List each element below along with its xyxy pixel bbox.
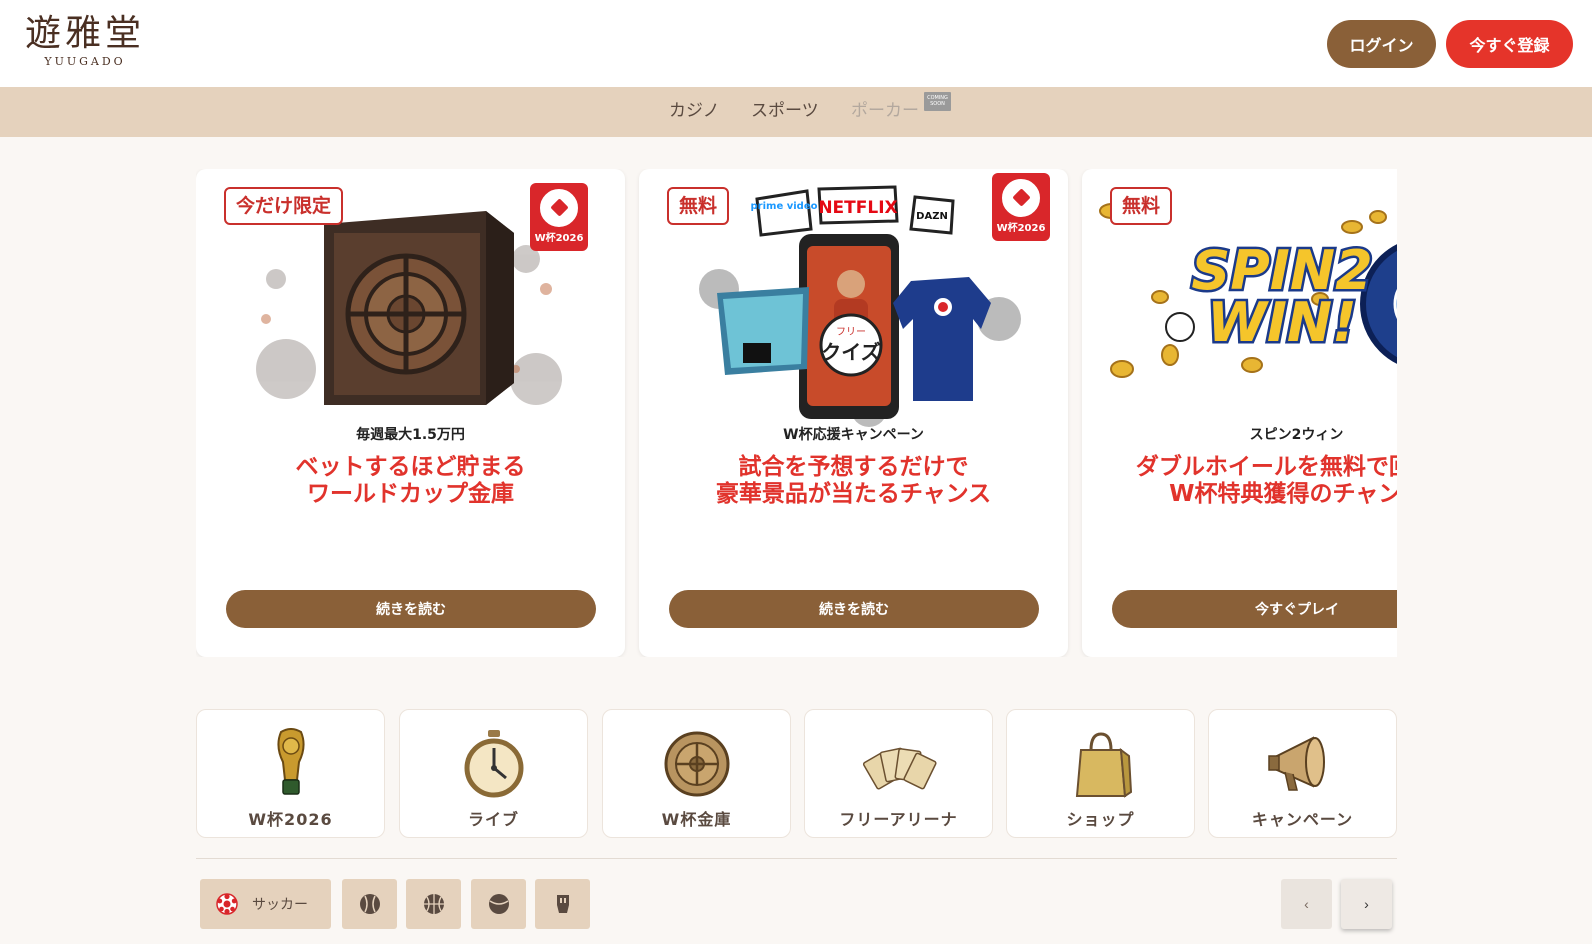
netflix-text: NETFLIX [818, 198, 897, 218]
trophy-icon [276, 728, 305, 795]
login-button[interactable]: ログイン [1327, 20, 1436, 68]
pager-prev-button[interactable]: ‹ [1281, 879, 1332, 929]
prime-video-text: prime video [751, 201, 818, 212]
read-more-button[interactable]: 続きを読む [669, 590, 1039, 628]
promo-card-vault[interactable]: 今だけ限定 W杯2026 毎週最大1.5万円 ベットするほど貯まる ワールドカッ… [196, 169, 625, 657]
baseball-icon [359, 894, 380, 914]
promo-carousel: 今だけ限定 W杯2026 毎週最大1.5万円 ベットするほど貯まる ワールドカッ… [196, 169, 1397, 657]
promo-subtitle: W杯応援キャンペーン [783, 427, 924, 443]
sport-tab-baseball[interactable] [342, 879, 397, 929]
sport-tab-label: サッカー [252, 897, 308, 913]
sport-tab-tennis[interactable] [471, 879, 526, 929]
quick-link-free-arena[interactable]: フリーアリーナ [804, 709, 993, 838]
sport-tab-esports[interactable] [535, 879, 590, 929]
promo-tag: 今だけ限定 [224, 187, 344, 225]
quick-link-label: ショップ [1066, 810, 1135, 829]
promo-card-quiz[interactable]: フリー クイズ prime video NETFLIX DAZN 無料 W杯20… [639, 169, 1068, 657]
sport-tab-basketball[interactable] [406, 879, 461, 929]
quick-link-label: W杯金庫 [661, 810, 732, 829]
wc2026-badge: W杯2026 [530, 183, 588, 251]
quick-link-label: キャンペーン [1251, 810, 1354, 829]
logo-text: 遊雅堂 [24, 13, 145, 54]
soccer-ball-icon [540, 189, 578, 227]
play-now-button[interactable]: 今すぐプレイ [1112, 590, 1397, 628]
quick-link-wc2026[interactable]: W杯2026 [196, 709, 385, 838]
promo-title: 試合を予想するだけで 豪華景品が当たるチャンス [715, 454, 992, 507]
vault-coin-icon [664, 731, 729, 797]
win-art-text: WIN! [1207, 291, 1356, 354]
sport-tab-soccer[interactable]: サッカー [200, 879, 331, 929]
free-art-text: フリー [836, 327, 866, 338]
quick-link-label: W杯2026 [248, 810, 333, 829]
shopping-bag-icon [1075, 732, 1132, 798]
quiz-art-text: クイズ [821, 340, 880, 364]
basketball-icon [423, 894, 444, 914]
quick-link-wc-vault[interactable]: W杯金庫 [602, 709, 791, 838]
pager-next-button[interactable]: › [1341, 879, 1392, 929]
promo-tag: 無料 [1110, 187, 1173, 225]
header: 遊雅堂 YUUGADO ログイン 今すぐ登録 [0, 0, 1592, 87]
wc2026-badge: W杯2026 [992, 173, 1050, 241]
promo-title: ダブルホイールを無料で回して W杯特典獲得のチャンス [1135, 454, 1397, 507]
megaphone-icon [1267, 736, 1325, 791]
wc2026-badge-label: W杯2026 [996, 223, 1046, 234]
logo-subtext: YUUGADO [44, 55, 126, 68]
read-more-button[interactable]: 続きを読む [226, 590, 596, 628]
promo-subtitle: スピン2ウィン [1249, 427, 1344, 443]
quick-link-campaign[interactable]: キャンペーン [1208, 709, 1397, 838]
wc2026-badge-label: W杯2026 [534, 233, 584, 244]
register-button[interactable]: 今すぐ登録 [1446, 20, 1573, 68]
dazn-text: DAZN [916, 211, 948, 222]
section-divider [196, 858, 1397, 859]
nav-sports[interactable]: スポーツ [751, 87, 819, 137]
promo-subtitle: 毎週最大1.5万円 [356, 427, 465, 443]
soccer-icon [216, 893, 238, 915]
promo-tag: 無料 [667, 187, 730, 225]
logo[interactable]: 遊雅堂 YUUGADO [20, 12, 150, 68]
category-nav: カジノ スポーツ ポーカー COMING SOON [0, 87, 1592, 137]
esports-icon [556, 895, 569, 913]
nav-casino[interactable]: カジノ [669, 87, 720, 137]
promo-title: ベットするほど貯まる ワールドカップ金庫 [295, 454, 526, 507]
quick-link-label: ライブ [467, 810, 519, 829]
quick-link-shop[interactable]: ショップ [1006, 709, 1195, 838]
coming-soon-badge: COMING SOON [924, 92, 951, 111]
tennis-icon [488, 894, 509, 914]
promo-card-spin2win[interactable]: SPIN2 WIN! 無料 スピン2ウィン ダブルホイールを無料で回して W杯特… [1082, 169, 1397, 657]
quick-link-live[interactable]: ライブ [399, 709, 588, 838]
stopwatch-icon [464, 730, 523, 798]
soccer-ball-icon [1002, 179, 1040, 217]
quick-link-label: フリーアリーナ [839, 810, 958, 829]
cards-icon [862, 747, 937, 790]
nav-poker: ポーカー [851, 101, 919, 121]
